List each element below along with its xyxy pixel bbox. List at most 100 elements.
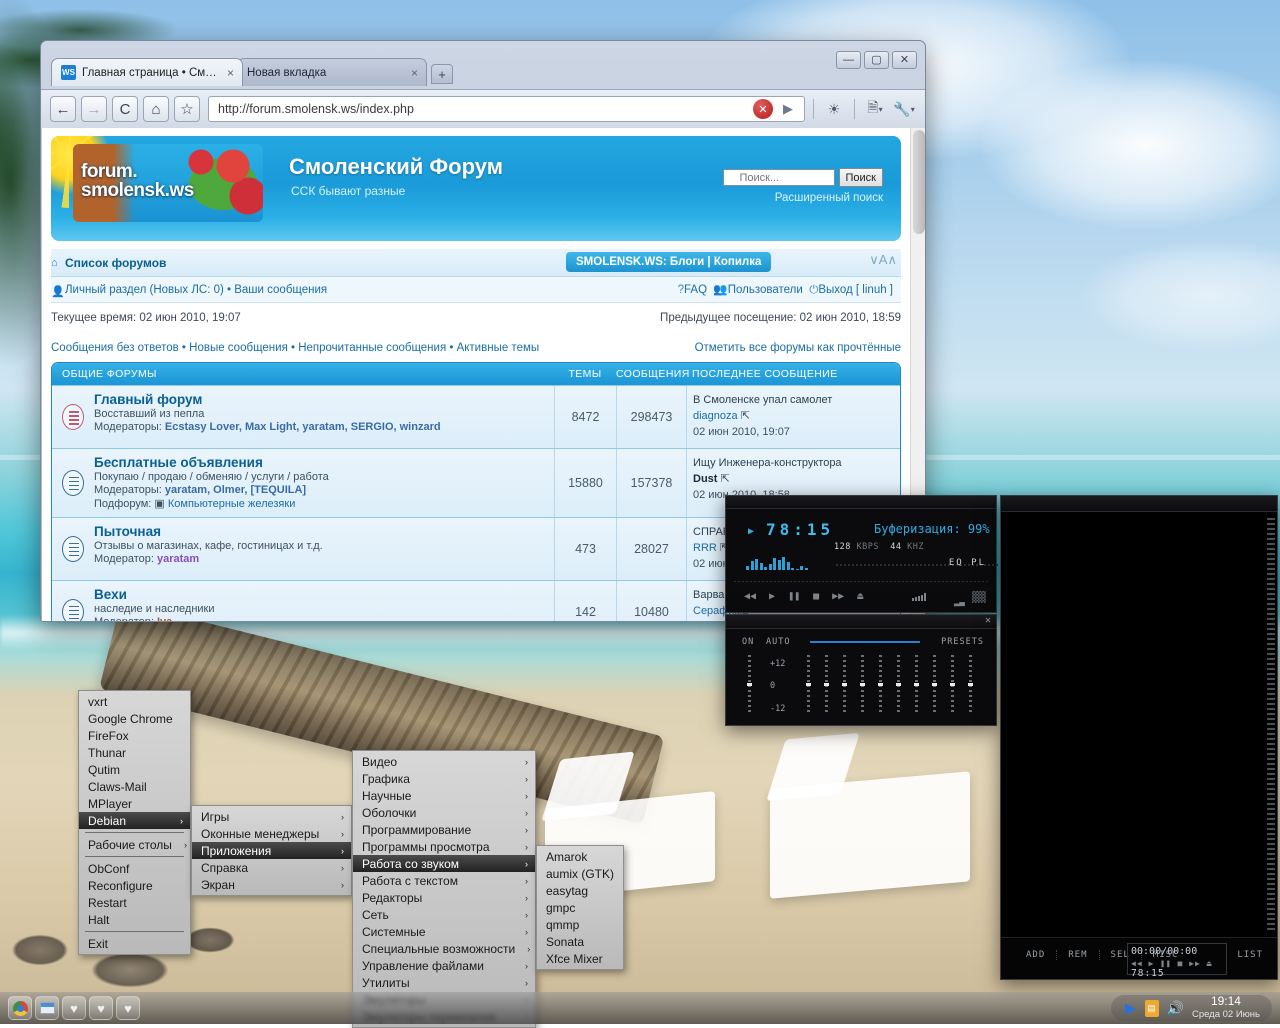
menu-item-amarok[interactable]: Amarok bbox=[537, 848, 623, 865]
forward-icon[interactable]: → bbox=[81, 96, 107, 122]
playlist-grid-icon[interactable] bbox=[972, 591, 986, 603]
menu-item-games[interactable]: Игры› bbox=[192, 808, 351, 825]
browser-tab-newtab[interactable]: Новая вкладка × bbox=[237, 58, 427, 86]
app-icon-1[interactable]: ♥ bbox=[62, 996, 86, 1020]
playlist-toolbar[interactable]: ADD REM SEL MISC 00:00/00:00 ◀◀ ▶ ❚❚ ■ ▶… bbox=[1001, 937, 1277, 979]
slider-knob[interactable] bbox=[914, 683, 919, 686]
slider-knob[interactable] bbox=[932, 683, 937, 686]
menu-item-reconfigure[interactable]: Reconfigure bbox=[79, 877, 190, 894]
chrome-icon[interactable] bbox=[8, 996, 32, 1020]
menu-item-vxrt[interactable]: vxrt bbox=[79, 693, 190, 710]
pl-toggle-button[interactable]: PL bbox=[971, 558, 986, 568]
menu-item-claws-mail[interactable]: Claws-Mail bbox=[79, 778, 190, 795]
forum-logo[interactable]: forum. smolensk.ws bbox=[73, 144, 263, 222]
home-icon[interactable]: ⌂ bbox=[143, 96, 169, 122]
forum-name-link[interactable]: Бесплатные объявления bbox=[94, 455, 546, 470]
slider-knob[interactable] bbox=[896, 683, 901, 686]
eq-presets-button[interactable]: PRESETS bbox=[941, 637, 984, 647]
openbox-root-menu[interactable]: vxrt Google Chrome FireFox Thunar Qutim … bbox=[78, 690, 191, 955]
eq-band-slider[interactable] bbox=[933, 655, 936, 715]
slider-knob[interactable] bbox=[968, 683, 973, 686]
media-player-window[interactable]: ▶ 78:15 Буферизация: 99% 128 KBPS 44 KHZ… bbox=[725, 495, 997, 613]
eq-band-slider[interactable] bbox=[969, 655, 972, 715]
eq-band-slider[interactable] bbox=[843, 655, 846, 715]
playlist-entries[interactable] bbox=[1003, 514, 1264, 935]
forum-name-link[interactable]: Вехи bbox=[94, 587, 546, 602]
new-tab-button[interactable]: + bbox=[431, 64, 453, 84]
menu-item-aumix[interactable]: aumix (GTK) bbox=[537, 865, 623, 882]
eq-band-slider[interactable] bbox=[825, 655, 828, 715]
playlist-add-button[interactable]: ADD bbox=[1015, 950, 1057, 960]
browser-titlebar[interactable]: WS Главная страница • Смоле... × Новая в… bbox=[41, 41, 925, 89]
file-manager-icon[interactable] bbox=[35, 996, 59, 1020]
wrench-menu-icon[interactable]: 🔧▾ bbox=[892, 97, 916, 121]
goto-post-icon[interactable]: ⇱ bbox=[741, 410, 750, 422]
menu-item-debian[interactable]: Debian› bbox=[79, 812, 190, 829]
menu-item-system[interactable]: Системные› bbox=[353, 923, 535, 940]
eq-band-slider[interactable] bbox=[879, 655, 882, 715]
stop-button[interactable]: ■ bbox=[813, 591, 819, 602]
logout-link[interactable]: Выход [ linuh ] bbox=[818, 284, 893, 296]
forum-search-area[interactable]: 🔍 Поиск bbox=[723, 168, 883, 187]
slider-knob[interactable] bbox=[860, 683, 865, 686]
menu-item-halt[interactable]: Halt bbox=[79, 911, 190, 928]
forum-name-link[interactable]: Пыточная bbox=[94, 524, 546, 539]
close-icon[interactable]: ✕ bbox=[985, 615, 991, 626]
menu-item-applications[interactable]: Приложения› bbox=[192, 842, 351, 859]
menu-item-viewers[interactable]: Программы просмотра› bbox=[353, 838, 535, 855]
last-post-author[interactable]: RRR bbox=[693, 542, 717, 554]
eq-toggle-button[interactable]: EQ bbox=[949, 558, 964, 568]
slider-knob[interactable] bbox=[950, 683, 955, 686]
menu-item-science[interactable]: Научные› bbox=[353, 787, 535, 804]
menu-item-xfce-mixer[interactable]: Xfce Mixer bbox=[537, 950, 623, 967]
taskbar-launchers[interactable]: ♥ ♥ ♥ bbox=[0, 996, 140, 1020]
app-icon-3[interactable]: ♥ bbox=[116, 996, 140, 1020]
eq-band-slider[interactable] bbox=[915, 655, 918, 715]
mark-all-read-link[interactable]: Отметить все форумы как прочтённые bbox=[695, 342, 901, 354]
browser-toolbar[interactable]: ← → C ⌂ ☆ http://forum.smolensk.ws/index… bbox=[41, 89, 925, 128]
slider-knob[interactable] bbox=[878, 683, 883, 686]
advanced-search-link[interactable]: Расширенный поиск bbox=[775, 192, 883, 204]
play-button[interactable]: ▶ bbox=[769, 591, 775, 602]
reload-icon[interactable]: C bbox=[112, 96, 138, 122]
menu-item-exit[interactable]: Exit bbox=[79, 935, 190, 952]
sound-submenu[interactable]: Amarok aumix (GTK) easytag gmpc qmmp Son… bbox=[536, 845, 624, 970]
mini-transport-glyphs[interactable]: ◀◀ ▶ ❚❚ ■ ▶▶ ⏏ bbox=[1131, 959, 1212, 968]
slider-knob[interactable] bbox=[842, 683, 847, 686]
back-icon[interactable]: ← bbox=[50, 96, 76, 122]
goto-post-icon[interactable]: ⇱ bbox=[721, 473, 730, 485]
browser-tabstrip[interactable]: WS Главная страница • Смоле... × Новая в… bbox=[51, 58, 453, 86]
breadcrumb[interactable]: ⌂ Список форумов bbox=[51, 256, 166, 270]
moderators-list[interactable]: yaratam, Olmer, [TEQUILA] bbox=[165, 484, 306, 496]
clipboard-icon[interactable]: ▤ bbox=[1145, 1000, 1159, 1017]
menu-item-desktops[interactable]: Рабочие столы› bbox=[79, 836, 190, 853]
eq-on-button[interactable]: ON bbox=[742, 637, 754, 647]
quick-links[interactable]: Сообщения без ответов • Новые сообщения … bbox=[51, 342, 539, 354]
app-icon-2[interactable]: ♥ bbox=[89, 996, 113, 1020]
userbar-right[interactable]: ?FAQ 👥Пользователи ⏻Выход [ linuh ] bbox=[678, 282, 893, 297]
menu-item-google-chrome[interactable]: Google Chrome bbox=[79, 710, 190, 727]
playlist-remove-button[interactable]: REM bbox=[1057, 950, 1099, 960]
slider-knob[interactable] bbox=[806, 683, 811, 686]
player-titlebar[interactable] bbox=[726, 496, 996, 509]
taskbar-clock[interactable]: 19:14 Среда 02 Июнь bbox=[1192, 995, 1260, 1021]
address-bar[interactable]: http://forum.smolensk.ws/index.php ✕ ▶ bbox=[208, 96, 805, 122]
previous-button[interactable]: ◀◀ bbox=[744, 591, 756, 602]
volume-slider[interactable] bbox=[912, 591, 926, 601]
menu-item-video[interactable]: Видео› bbox=[353, 753, 535, 770]
menu-item-mplayer[interactable]: MPlayer bbox=[79, 795, 190, 812]
playlist-scrollbar[interactable] bbox=[1267, 518, 1275, 931]
last-post-title[interactable]: Ищу Инженера-конструктора bbox=[693, 456, 894, 472]
stop-icon[interactable]: ✕ bbox=[753, 99, 773, 119]
eq-preamp-graph[interactable] bbox=[810, 641, 920, 643]
bookmark-star-icon[interactable]: ☆ bbox=[174, 96, 200, 122]
eq-preamp-slider[interactable] bbox=[748, 655, 751, 715]
applications-submenu[interactable]: Видео› Графика› Научные› Оболочки› Прогр… bbox=[352, 750, 536, 1028]
menu-item-thunar[interactable]: Thunar bbox=[79, 744, 190, 761]
equalizer-window[interactable]: ✕ ON AUTO PRESETS +12 0 -12 bbox=[725, 614, 997, 726]
menu-item-gmpc[interactable]: gmpc bbox=[537, 899, 623, 916]
users-link[interactable]: Пользователи bbox=[728, 284, 803, 296]
slider-knob[interactable] bbox=[824, 683, 829, 686]
maximize-icon[interactable]: ▢ bbox=[864, 51, 889, 69]
moderators-list[interactable]: Iva bbox=[157, 616, 172, 622]
